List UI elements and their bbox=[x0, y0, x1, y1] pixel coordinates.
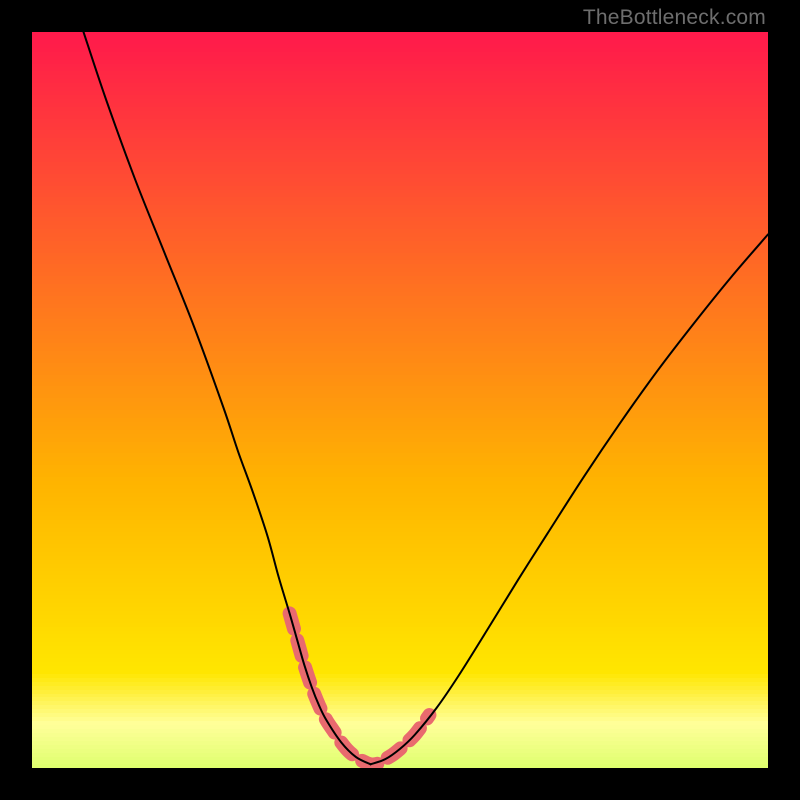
left-curve bbox=[84, 32, 371, 764]
watermark-text: TheBottleneck.com bbox=[583, 6, 766, 30]
chart-frame: TheBottleneck.com bbox=[0, 0, 800, 800]
right-curve bbox=[371, 234, 768, 764]
curve-layer bbox=[32, 32, 768, 768]
plot-area bbox=[32, 32, 768, 768]
